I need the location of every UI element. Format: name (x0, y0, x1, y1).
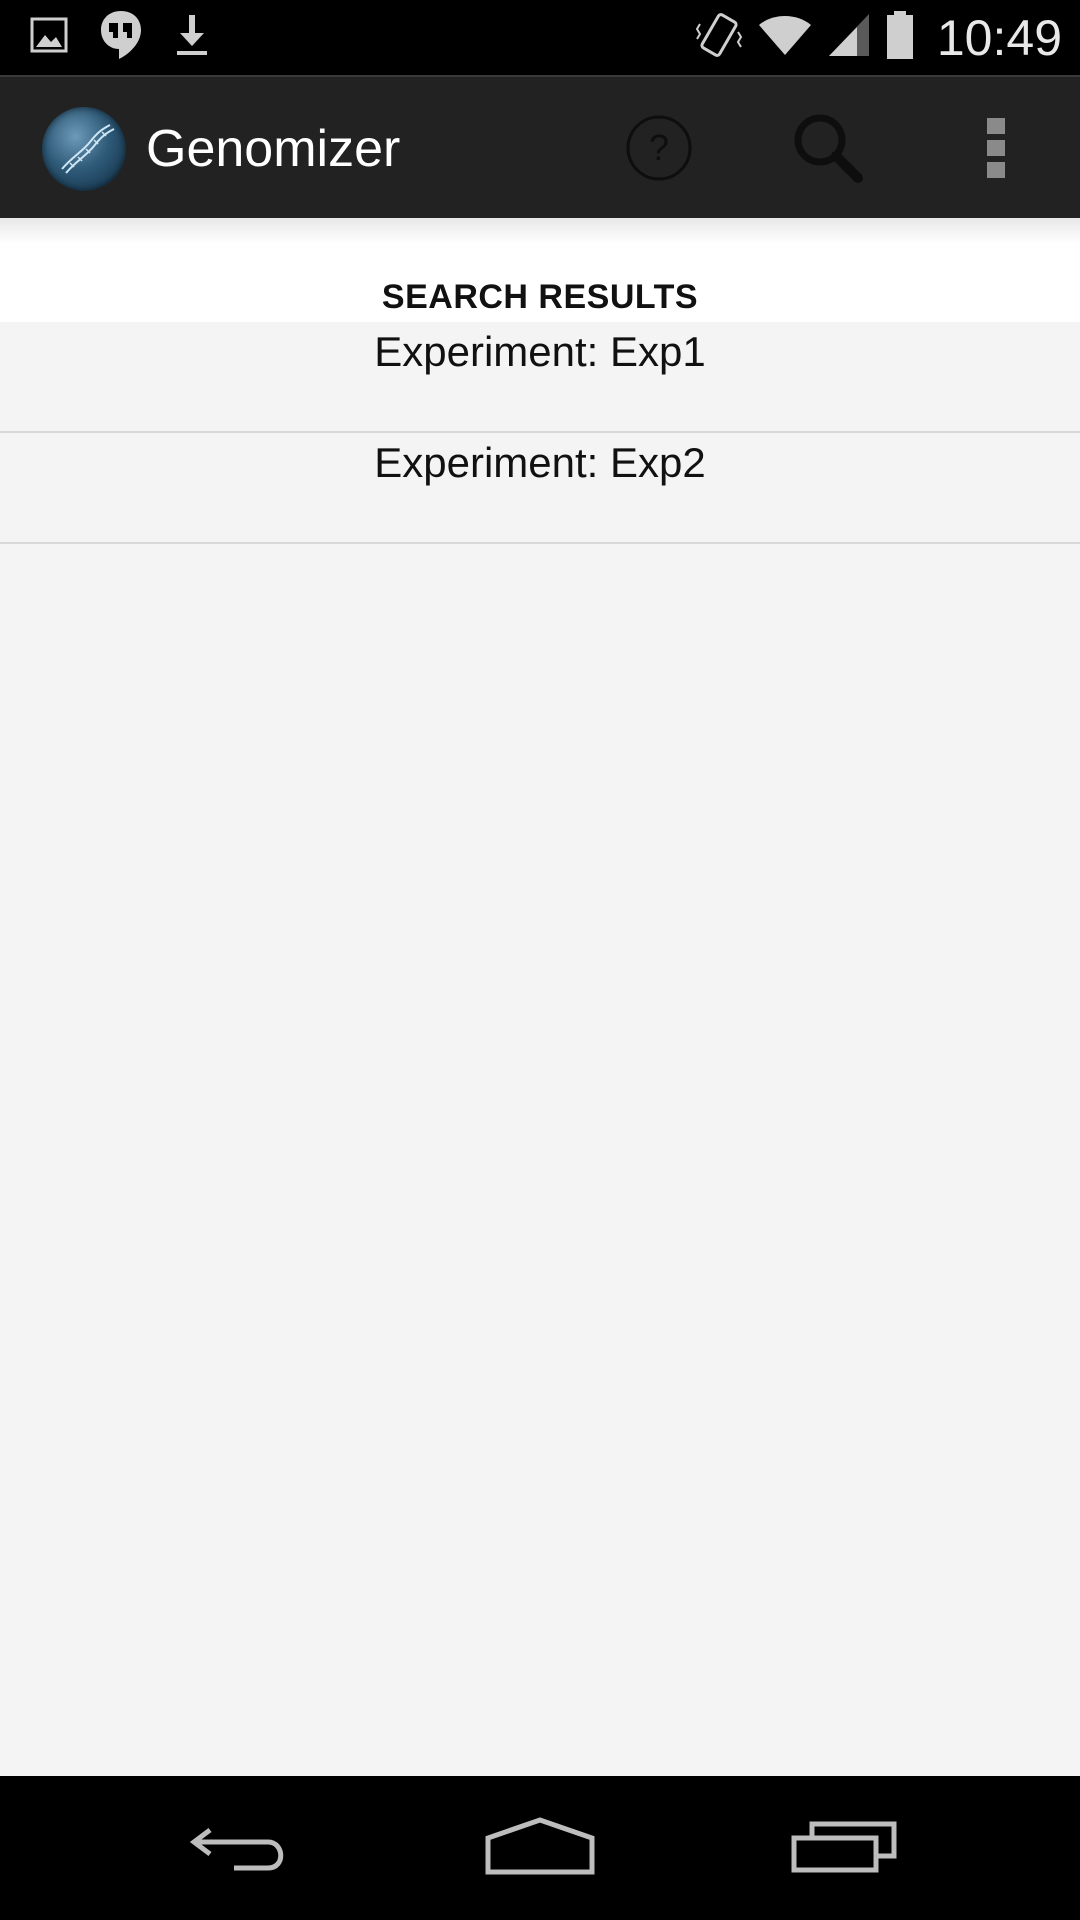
gallery-icon (30, 16, 68, 59)
results-list: Experiment: Exp1 Experiment: Exp2 (0, 322, 1080, 544)
list-item-label: Experiment: Exp1 (374, 328, 706, 375)
home-icon (484, 1816, 596, 1881)
recents-button[interactable] (774, 1798, 914, 1898)
search-icon (790, 110, 866, 191)
results-header: SEARCH RESULTS (0, 218, 1080, 322)
status-bar: 10:49 (0, 0, 1080, 75)
back-icon (188, 1818, 292, 1879)
app-logo-icon[interactable] (42, 107, 126, 191)
back-button[interactable] (170, 1798, 310, 1898)
svg-text:?: ? (649, 127, 669, 168)
list-item[interactable]: Experiment: Exp1 (0, 322, 1080, 433)
recents-icon (790, 1818, 898, 1879)
help-icon: ? (624, 113, 694, 188)
download-icon (174, 13, 210, 62)
home-button[interactable] (470, 1798, 610, 1898)
action-bar: Genomizer ? (0, 75, 1080, 218)
battery-icon (885, 10, 915, 65)
navigation-bar (0, 1776, 1080, 1920)
system-icons: 10:49 (695, 0, 1062, 75)
wifi-icon (757, 13, 813, 62)
vibrate-icon (695, 10, 743, 65)
help-button[interactable]: ? (614, 105, 704, 195)
app-title: Genomizer (146, 120, 401, 178)
results-title: SEARCH RESULTS (381, 278, 699, 316)
signal-icon (827, 12, 871, 63)
list-item-label: Experiment: Exp2 (374, 439, 706, 486)
search-button[interactable] (783, 105, 873, 195)
overflow-menu-icon (985, 116, 1007, 185)
hangouts-icon (98, 9, 144, 66)
overflow-menu-button[interactable] (951, 105, 1041, 195)
list-item[interactable]: Experiment: Exp2 (0, 433, 1080, 544)
status-clock: 10:49 (936, 9, 1062, 66)
notification-icons (30, 0, 210, 75)
screen: 10:49 Genomizer ? SEARCH RESULTS Experim… (0, 0, 1080, 1920)
